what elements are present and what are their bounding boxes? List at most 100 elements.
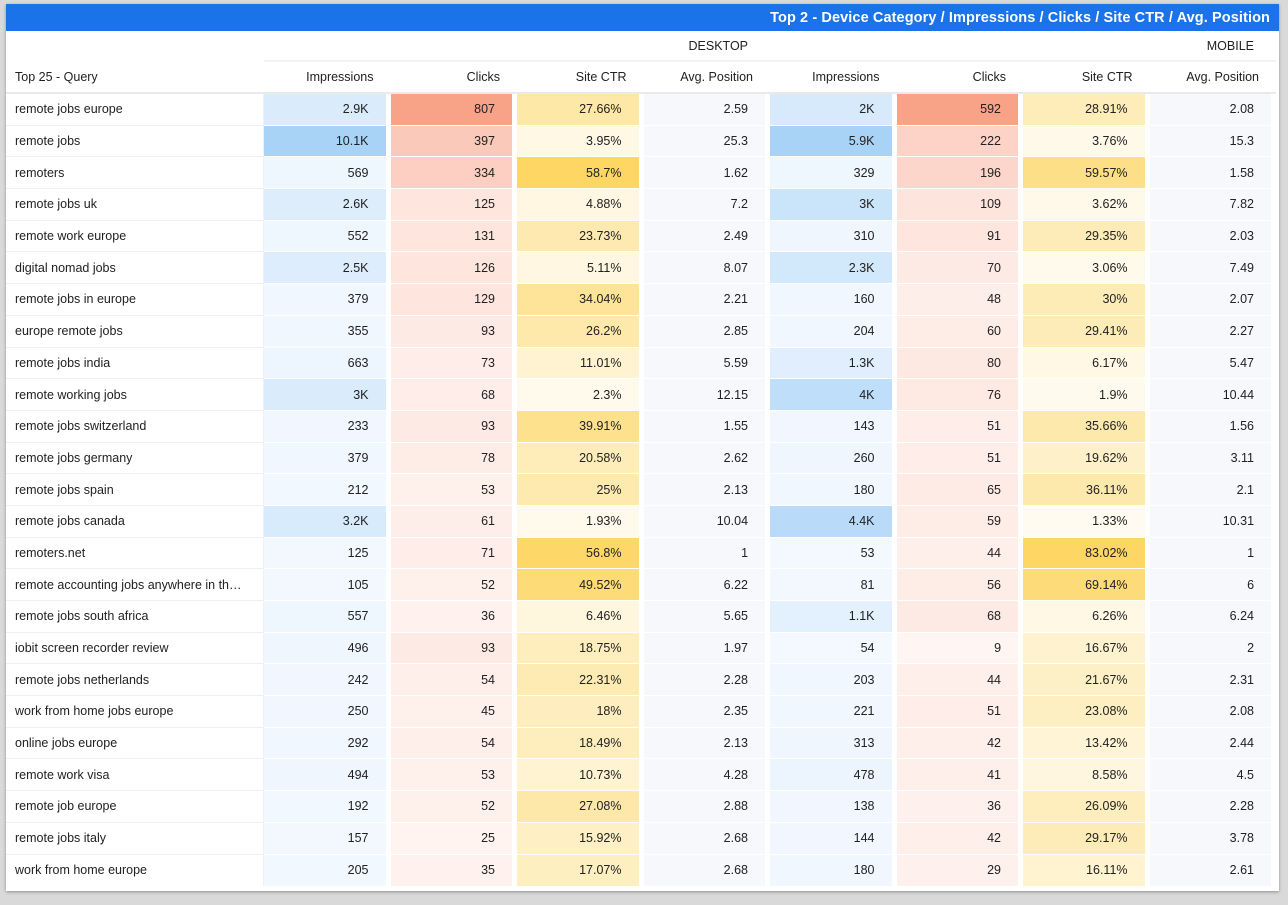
mobile-impressions-cell: 2.3K [770,252,897,285]
column-header-desktop-position[interactable]: Avg. Position [643,62,771,94]
column-header-query[interactable]: Top 25 - Query [6,62,264,94]
mobile-position-cell: 2.08 [1149,696,1277,728]
desktop-clicks-cell: 45 [390,696,517,728]
column-header-mobile-clicks[interactable]: Clicks [896,62,1024,94]
table-title: Top 2 - Device Category / Impressions / … [770,9,1270,26]
mobile-clicks-cell: 196 [896,157,1024,190]
mobile-clicks-cell: 65 [896,474,1024,506]
desktop-position-cell: 2.62 [643,442,771,475]
mobile-clicks-cell: 592 [896,94,1024,126]
mobile-position-cell: 2.03 [1149,220,1277,253]
column-header-mobile-position[interactable]: Avg. Position [1149,62,1277,94]
desktop-impressions-cell: 2.5K [264,252,391,285]
table-row: remote jobs south africa 557 36 6.46% 5.65 1.… [6,601,1277,633]
mobile-ctr-cell: 3.06% [1023,252,1150,285]
desktop-impressions-cell: 205 [264,854,391,887]
desktop-ctr-cell: 11.01% [517,347,644,380]
table-body: remote jobs europe 2.9K 807 27.66% 2.59 2K 592… [6,94,1277,887]
device-header-mobile[interactable]: MOBILE [770,31,1277,62]
mobile-impressions-cell: 478 [770,759,897,792]
desktop-ctr-cell: 15.92% [517,822,644,855]
device-header-desktop[interactable]: DESKTOP [264,31,771,62]
table-row: remote working jobs 3K 68 2.3% 12.15 4K 76 1.9%… [6,379,1277,411]
column-header-mobile-impressions[interactable]: Impressions [770,62,897,94]
desktop-clicks-cell: 93 [390,410,517,443]
desktop-ctr-cell: 18.49% [517,727,644,760]
desktop-clicks-cell: 129 [390,284,517,316]
table-row: remote jobs india 663 73 11.01% 5.59 1.3K 80 6.… [6,347,1277,380]
desktop-clicks-cell: 25 [390,822,517,855]
mobile-ctr-cell: 3.76% [1023,125,1150,158]
query-cell: europe remote jobs [6,315,264,348]
desktop-clicks-cell: 73 [390,347,517,380]
desktop-clicks-cell: 53 [390,759,517,792]
query-cell: work from home jobs europe [6,696,264,728]
desktop-position-cell: 2.13 [643,727,771,760]
desktop-ctr-cell: 2.3% [517,379,644,411]
desktop-impressions-cell: 3.2K [264,505,391,538]
desktop-ctr-cell: 34.04% [517,284,644,316]
metric-header-row: Top 25 - Query Impressions Clicks Site C… [6,62,1277,94]
mobile-ctr-cell: 23.08% [1023,696,1150,728]
desktop-clicks-cell: 53 [390,474,517,506]
desktop-clicks-cell: 52 [390,791,517,823]
pivot-table-widget: Top 2 - Device Category / Impressions / … [6,4,1279,891]
mobile-position-cell: 2.44 [1149,727,1277,760]
desktop-position-cell: 2.28 [643,664,771,697]
mobile-position-cell: 2.08 [1149,94,1277,126]
desktop-clicks-cell: 93 [390,632,517,665]
desktop-impressions-cell: 557 [264,601,391,633]
desktop-position-cell: 7.2 [643,189,771,221]
mobile-impressions-cell: 2K [770,94,897,126]
desktop-impressions-cell: 250 [264,696,391,728]
mobile-ctr-cell: 1.33% [1023,505,1150,538]
mobile-position-cell: 7.82 [1149,189,1277,221]
desktop-ctr-cell: 27.08% [517,791,644,823]
column-header-mobile-ctr[interactable]: Site CTR [1023,62,1150,94]
desktop-ctr-cell: 22.31% [517,664,644,697]
desktop-clicks-cell: 54 [390,727,517,760]
query-cell: remote jobs europe [6,94,264,126]
mobile-impressions-cell: 329 [770,157,897,190]
mobile-clicks-cell: 56 [896,569,1024,601]
desktop-impressions-cell: 157 [264,822,391,855]
mobile-impressions-cell: 81 [770,569,897,601]
query-cell: remote jobs uk [6,189,264,221]
device-header-row: DESKTOP MOBILE [6,31,1277,62]
mobile-clicks-cell: 42 [896,822,1024,855]
mobile-clicks-cell: 36 [896,791,1024,823]
mobile-impressions-cell: 4K [770,379,897,411]
desktop-clicks-cell: 125 [390,189,517,221]
column-header-desktop-impressions[interactable]: Impressions [264,62,391,94]
desktop-clicks-cell: 807 [390,94,517,126]
query-cell: work from home europe [6,854,264,887]
table-row: online jobs europe 292 54 18.49% 2.13 313 42 13… [6,727,1277,760]
mobile-ctr-cell: 59.57% [1023,157,1150,190]
blank-corner [6,31,264,62]
mobile-clicks-cell: 42 [896,727,1024,760]
desktop-position-cell: 1.97 [643,632,771,665]
desktop-impressions-cell: 242 [264,664,391,697]
desktop-ctr-cell: 5.11% [517,252,644,285]
query-cell: remote jobs south africa [6,601,264,633]
table-row: remote jobs netherlands 242 54 22.31% 2.28 20… [6,664,1277,697]
query-cell: remote jobs spain [6,474,264,506]
column-header-desktop-ctr[interactable]: Site CTR [517,62,644,94]
desktop-impressions-cell: 355 [264,315,391,348]
mobile-ctr-cell: 19.62% [1023,442,1150,475]
mobile-position-cell: 7.49 [1149,252,1277,285]
mobile-ctr-cell: 30% [1023,284,1150,316]
mobile-position-cell: 5.47 [1149,347,1277,380]
desktop-clicks-cell: 126 [390,252,517,285]
desktop-ctr-cell: 27.66% [517,94,644,126]
table-row: remote jobs spain 212 53 25% 2.13 180 65 36.11%… [6,474,1277,506]
column-header-desktop-clicks[interactable]: Clicks [390,62,517,94]
desktop-position-cell: 2.59 [643,94,771,126]
mobile-clicks-cell: 9 [896,632,1024,665]
query-cell: remote job europe [6,791,264,823]
table-row: remote work europe 552 131 23.73% 2.49 310 91 2… [6,220,1277,253]
mobile-impressions-cell: 310 [770,220,897,253]
table-row: remote accounting jobs anywhere in th… 10… [6,569,1277,601]
mobile-ctr-cell: 35.66% [1023,410,1150,443]
desktop-position-cell: 2.85 [643,315,771,348]
